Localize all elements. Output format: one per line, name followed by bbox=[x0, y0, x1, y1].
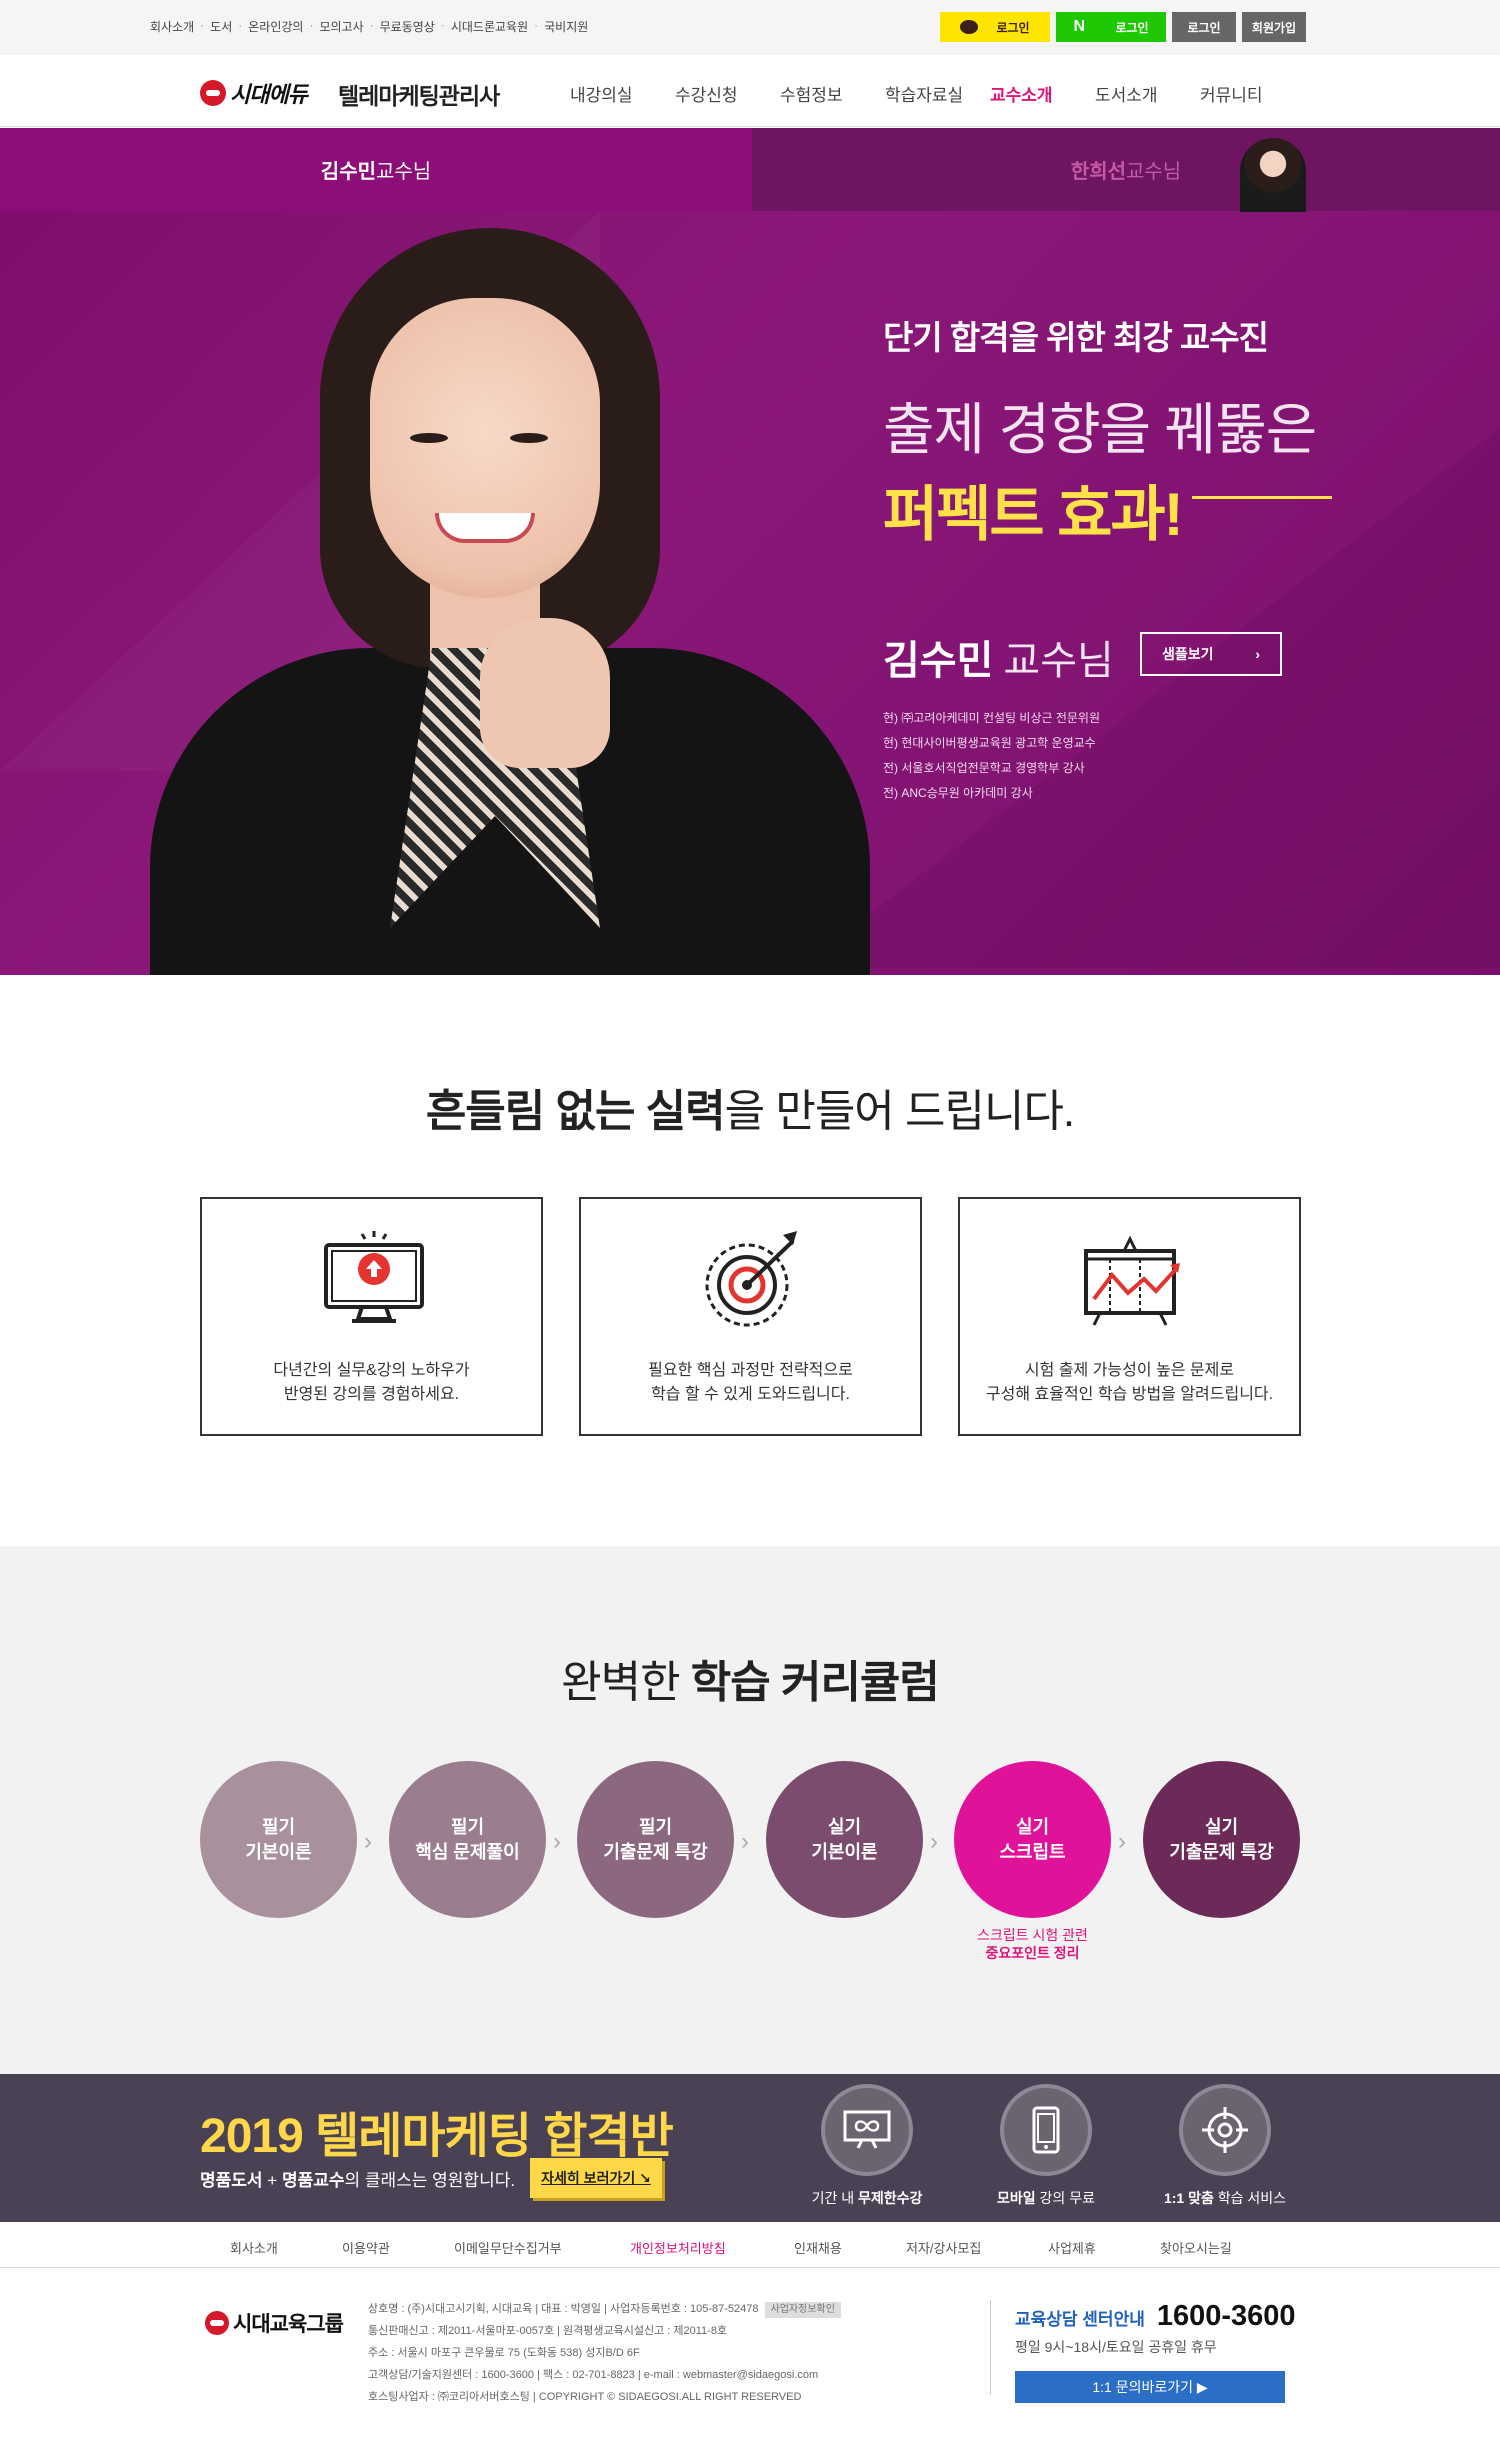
naver-n-icon: N bbox=[1073, 18, 1085, 35]
page: 회사소개 · 도서 · 온라인강의 · 모의고사 · 무료동영상 · 시대드론교육원 · 국… bbox=[0, 0, 1500, 2447]
footer-link-directions[interactable]: 찾아오시는길 bbox=[1160, 2238, 1280, 2257]
footer-divider bbox=[990, 2300, 991, 2395]
mobile-icon bbox=[1000, 2084, 1092, 2176]
main-menu: 내강의실 수강신청 수험정보 학습자료실 교수소개 도서소개 커뮤니티 bbox=[570, 81, 1305, 106]
feature-card: 다년간의 실무&강의 노하우가 반영된 강의를 경험하세요. bbox=[200, 1197, 543, 1436]
service-item: 기간 내 무제한수강 bbox=[792, 2084, 942, 2208]
curriculum-step[interactable]: 실기 기출문제 특강 bbox=[1143, 1761, 1300, 1918]
footer-link-email-refusal[interactable]: 이메일무단수집거부 bbox=[454, 2238, 630, 2257]
chevron-right-icon: › bbox=[930, 1828, 938, 1855]
professor-hero: 김수민 교수님 한희선 교수님 단기 합격을 위한 최강 교수진 출제 경향을 … bbox=[0, 128, 1500, 975]
infinity-monitor-icon bbox=[821, 2084, 913, 2176]
util-link-drone[interactable]: 시대드론교육원 bbox=[451, 18, 528, 35]
curriculum-title: 완벽한 학습 커리큘럼 bbox=[561, 1658, 940, 1707]
logo-mark-icon bbox=[205, 2311, 229, 2335]
call-number: 1600-3600 bbox=[1156, 2300, 1296, 2332]
business-info-button[interactable]: 사업자정보확인 bbox=[764, 2302, 841, 2318]
login-buttons: 로그인 N 로그인 로그인 회원가입 bbox=[940, 12, 1306, 42]
naver-login-button[interactable]: N 로그인 bbox=[1056, 12, 1166, 42]
chevron-right-icon: › bbox=[1118, 1828, 1126, 1855]
utility-links: 회사소개 · 도서 · 온라인강의 · 모의고사 · 무료동영상 · 시대드론교육원 · 국… bbox=[150, 18, 589, 35]
curriculum-section: 완벽한 학습 커리큘럼 필기 기본이론 › 필기 핵심 문제풀이 › 필기 기출문제 … bbox=[0, 1546, 1500, 2074]
join-button[interactable]: 회원가입 bbox=[1242, 12, 1306, 42]
service-item: 모바일 강의 무료 bbox=[971, 2084, 1121, 2208]
script-note: 스크립트 시험 관련 중요포인트 정리 bbox=[977, 1927, 1088, 1961]
chart-board-icon bbox=[1084, 1235, 1180, 1326]
curriculum-step-highlight[interactable]: 실기 스크립트 bbox=[954, 1761, 1111, 1918]
feature-card: 필요한 핵심 과정만 전략적으로 학습 할 수 있게 도와드립니다. bbox=[579, 1197, 922, 1436]
login-button[interactable]: 로그인 bbox=[1172, 12, 1236, 42]
menu-community[interactable]: 커뮤니티 bbox=[1200, 81, 1305, 106]
curriculum-step[interactable]: 필기 기본이론 bbox=[200, 1761, 357, 1918]
hero-line2: 출제 경향을 꿰뚫은 bbox=[883, 398, 1317, 461]
curriculum-step[interactable]: 필기 기출문제 특강 bbox=[577, 1761, 734, 1918]
promo-banner: 2019 텔레마케팅 합격반 명품도서 + 명품교수의 클래스는 영원합니다. … bbox=[0, 2074, 1500, 2222]
util-link-online[interactable]: 온라인강의 bbox=[248, 18, 303, 35]
hero-copy: 단기 합격을 위한 최강 교수진 출제 경향을 꿰뚫은 퍼펙트 효과! bbox=[883, 311, 1363, 553]
brand-logo[interactable]: 시대에듀 bbox=[200, 77, 308, 109]
chevron-right-icon: › bbox=[364, 1828, 372, 1855]
curriculum-step[interactable]: 실기 기본이론 bbox=[766, 1761, 923, 1918]
menu-exam-info[interactable]: 수험정보 bbox=[780, 81, 885, 106]
company-info: 상호명 : (주)시대고시기획, 시대교육 | 대표 : 박영일 | 사업자등록… bbox=[368, 2298, 841, 2408]
hero-line3: 퍼펙트 효과! bbox=[883, 466, 1363, 553]
target-icon bbox=[1179, 2084, 1271, 2176]
menu-materials[interactable]: 학습자료실 bbox=[885, 81, 990, 106]
menu-professors[interactable]: 교수소개 bbox=[990, 81, 1095, 106]
feature-card: 시험 출제 가능성이 높은 문제로 구성해 효율적인 학습 방법을 알려드립니다. bbox=[958, 1197, 1301, 1436]
call-center: 교육상담 센터안내 1600-3600 평일 9시~18시/토요일 공휴일 휴무 … bbox=[1015, 2300, 1296, 2403]
kakao-talk-icon bbox=[960, 20, 979, 34]
sample-video-button[interactable]: 샘플보기 › bbox=[1140, 632, 1282, 676]
hero-headline: 단기 합격을 위한 최강 교수진 bbox=[883, 319, 1269, 356]
banner-detail-button[interactable]: 자세히 보러가기 ↘ bbox=[530, 2158, 662, 2198]
logo-mark-icon bbox=[200, 80, 226, 106]
footer-nav: 회사소개 이용약관 이메일무단수집거부 개인정보처리방침 인재채용 저자/강사모… bbox=[0, 2222, 1500, 2268]
professor-name: 김수민 교수님 bbox=[883, 639, 1114, 683]
chevron-right-icon: › bbox=[1255, 646, 1260, 662]
footer-link-terms[interactable]: 이용약관 bbox=[342, 2238, 454, 2257]
banner-subtitle: 명품도서 + 명품교수의 클래스는 영원합니다. bbox=[200, 2171, 516, 2190]
target-arrow-icon bbox=[705, 1231, 797, 1327]
util-link-books[interactable]: 도서 bbox=[210, 18, 232, 35]
monitor-upload-icon bbox=[324, 1231, 424, 1323]
util-link-mock[interactable]: 모의고사 bbox=[319, 18, 363, 35]
footer-link-privacy[interactable]: 개인정보처리방침 bbox=[630, 2238, 794, 2257]
footer-link-author-recruit[interactable]: 저자/강사모집 bbox=[906, 2238, 1048, 2257]
banner-title: 2019 텔레마케팅 합격반 bbox=[200, 2110, 674, 2163]
chevron-right-icon: › bbox=[741, 1828, 749, 1855]
professor-han-thumbnail bbox=[1240, 138, 1306, 212]
features-title: 흔들림 없는 실력을 만들어 드립니다. bbox=[425, 1087, 1075, 1136]
tab-professor-han[interactable]: 한희선 교수님 bbox=[752, 128, 1500, 212]
service-item: 1:1 맞춤 학습 서비스 bbox=[1150, 2084, 1300, 2208]
footer-link-company[interactable]: 회사소개 bbox=[230, 2238, 342, 2257]
inquiry-button[interactable]: 1:1 문의바로가기 ▶ bbox=[1015, 2371, 1285, 2403]
util-link-free-video[interactable]: 무료동영상 bbox=[380, 18, 435, 35]
util-link-gov-support[interactable]: 국비지원 bbox=[544, 18, 588, 35]
util-link-company[interactable]: 회사소개 bbox=[150, 18, 194, 35]
footer-logo: 시대교육그룹 bbox=[205, 2308, 344, 2338]
menu-my-classroom[interactable]: 내강의실 bbox=[570, 81, 675, 106]
professor-tabs: 김수민 교수님 한희선 교수님 bbox=[0, 128, 1500, 212]
main-header: 시대에듀 텔레마케팅관리사 내강의실 수강신청 수험정보 학습자료실 교수소개 … bbox=[0, 55, 1500, 127]
kakao-login-button[interactable]: 로그인 bbox=[940, 12, 1050, 42]
utility-bar: 회사소개 · 도서 · 온라인강의 · 모의고사 · 무료동영상 · 시대드론교육원 · 국… bbox=[0, 0, 1500, 55]
site-name[interactable]: 텔레마케팅관리사 bbox=[338, 77, 500, 111]
menu-enroll[interactable]: 수강신청 bbox=[675, 81, 780, 106]
professor-photo bbox=[150, 228, 870, 975]
footer-link-careers[interactable]: 인재채용 bbox=[794, 2238, 906, 2257]
chevron-right-icon: › bbox=[553, 1828, 561, 1855]
menu-books[interactable]: 도서소개 bbox=[1095, 81, 1200, 106]
tab-professor-kim[interactable]: 김수민 교수님 bbox=[0, 128, 752, 211]
professor-career: 현) ㈜고려아케데미 컨설팅 비상근 전문위원 현) 현대사이버평생교육원 광고… bbox=[883, 711, 1101, 800]
curriculum-step[interactable]: 필기 핵심 문제풀이 bbox=[389, 1761, 546, 1918]
footer-link-partnership[interactable]: 사업제휴 bbox=[1048, 2238, 1160, 2257]
